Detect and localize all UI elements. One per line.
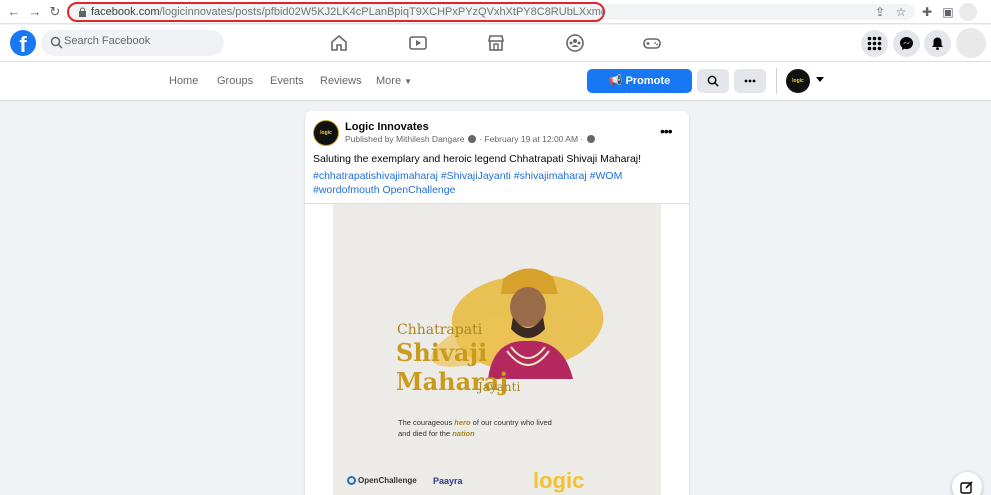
tab-reviews[interactable]: Reviews <box>320 75 362 87</box>
megaphone-icon: 📢 <box>608 75 623 87</box>
address-bar-extension <box>605 4 915 20</box>
post-hashtags[interactable]: #chhatrapatishivajimaharaj #ShivajiJayan… <box>313 169 683 197</box>
tab-events[interactable]: Events <box>270 75 304 87</box>
marketplace-icon[interactable] <box>486 33 506 53</box>
new-message-button[interactable] <box>952 472 982 495</box>
facebook-logo-icon[interactable]: f <box>10 30 36 56</box>
search-input[interactable] <box>64 35 214 47</box>
more-label: More <box>376 75 402 87</box>
search-box[interactable] <box>41 30 224 56</box>
ellipsis-icon <box>744 79 756 83</box>
notifications-button[interactable] <box>924 30 951 57</box>
post-text: Saluting the exemplary and heroic legend… <box>313 153 642 165</box>
share-icon[interactable]: ⇪ <box>872 4 888 20</box>
paayra-logo: Paayra <box>433 476 463 486</box>
post-author-avatar[interactable]: logic <box>313 120 339 146</box>
globe-icon <box>586 135 595 143</box>
caption-nation: nation <box>452 429 475 438</box>
page-search-button[interactable] <box>697 69 729 93</box>
openchallenge-text: OpenChallenge <box>358 476 417 485</box>
menu-button[interactable] <box>861 30 888 57</box>
url-host: facebook.com <box>91 6 160 18</box>
portrait-illustration <box>488 268 573 379</box>
caption-hero: hero <box>454 418 471 427</box>
page-more-options-button[interactable] <box>734 69 766 93</box>
browser-toolbar: ← → ↻ facebook.com/logicinnovates/posts/… <box>0 0 991 24</box>
bookmark-star-icon[interactable]: ☆ <box>893 4 909 20</box>
post-meta: Published by Mithilesh Dangare · Februar… <box>345 134 596 144</box>
groups-icon[interactable] <box>565 33 585 53</box>
logic-logo: logic <box>533 468 585 493</box>
image-headline-2: Shivaji <box>396 338 488 367</box>
extensions-puzzle-icon[interactable]: ✚ <box>919 4 935 20</box>
post-options-icon[interactable]: ••• <box>660 123 673 139</box>
compose-icon <box>960 481 973 494</box>
home-icon[interactable] <box>329 33 349 53</box>
image-caption: The courageous hero of our country who l… <box>398 417 558 439</box>
menu-grid-icon <box>867 36 882 51</box>
reload-icon[interactable]: ↻ <box>47 4 63 20</box>
forward-arrow-icon[interactable]: → <box>27 4 43 20</box>
openchallenge-icon <box>347 476 356 485</box>
tab-home[interactable]: Home <box>169 75 198 87</box>
search-icon <box>50 36 63 49</box>
bell-icon <box>932 37 943 50</box>
caption-part: The courageous <box>398 418 455 427</box>
caret-down-icon[interactable] <box>816 77 824 82</box>
image-headline-1: Chhatrapati <box>397 322 483 338</box>
caret-down-icon: ▼ <box>404 77 413 86</box>
promote-button[interactable]: 📢 Promote <box>587 69 692 93</box>
search-icon <box>707 75 719 87</box>
profile-avatar[interactable] <box>959 3 977 21</box>
page-navigation: Home Groups Events Reviews More ▼ 📢 Prom… <box>0 62 991 101</box>
watch-video-icon[interactable] <box>408 33 428 53</box>
page-switch-avatar[interactable]: logic <box>786 69 810 93</box>
promote-label: Promote <box>625 75 671 87</box>
back-arrow-icon[interactable]: ← <box>6 4 22 20</box>
facebook-header: f <box>0 25 991 62</box>
messenger-icon <box>900 37 913 50</box>
messenger-button[interactable] <box>893 30 920 57</box>
lock-icon <box>79 7 86 17</box>
post-date[interactable]: February 19 at 12:00 AM <box>484 134 578 144</box>
side-panel-icon[interactable]: ▣ <box>940 4 956 20</box>
post-author-name[interactable]: Logic Innovates <box>345 121 429 133</box>
image-headline-4: Jayanti <box>478 380 521 394</box>
post-image[interactable]: Chhatrapati Shivaji Maharaj Jayanti The … <box>333 204 661 495</box>
gaming-icon[interactable] <box>642 33 662 53</box>
question-icon[interactable] <box>467 135 476 143</box>
nav-divider <box>776 68 777 94</box>
tab-more[interactable]: More ▼ <box>376 75 412 87</box>
openchallenge-logo: OpenChallenge <box>347 476 417 485</box>
post-card: logic Logic Innovates Published by Mithi… <box>305 111 689 495</box>
address-bar[interactable]: facebook.com/logicinnovates/posts/pfbid0… <box>67 2 712 22</box>
published-by[interactable]: Published by Mithilesh Dangare <box>345 134 465 144</box>
account-avatar[interactable] <box>956 28 986 58</box>
tab-groups[interactable]: Groups <box>217 75 253 87</box>
